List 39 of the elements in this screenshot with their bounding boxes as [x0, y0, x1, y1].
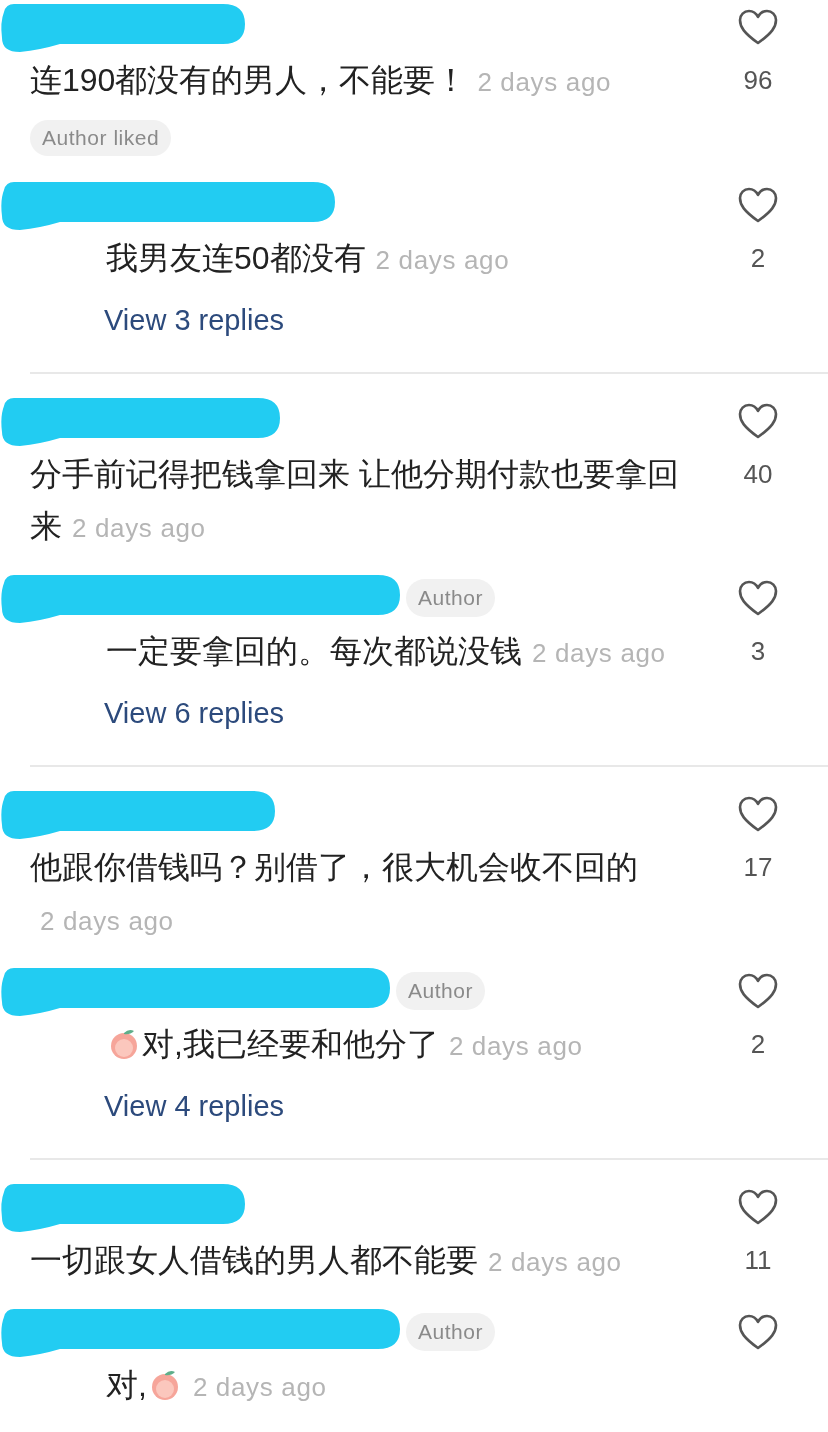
- view-replies-link[interactable]: View 4 replies: [104, 1086, 284, 1126]
- comment-text: 对,: [106, 1367, 147, 1403]
- timestamp: 2 days ago: [488, 1247, 622, 1277]
- comment-text: 来: [30, 508, 62, 544]
- comment-text: 他跟你借钱吗？别借了，很大机会收不回的: [30, 849, 638, 885]
- timestamp: 2 days ago: [532, 638, 666, 668]
- comment-text: 一定要拿回的。每次都说没钱: [106, 633, 522, 669]
- comment-text: 我男友连50都没有: [106, 240, 366, 276]
- timestamp: 2 days ago: [477, 67, 612, 97]
- comment-text: 分手前记得把钱拿回来 让他分期付款也要拿回: [30, 455, 679, 494]
- heart-icon[interactable]: [738, 1314, 778, 1350]
- view-replies-link[interactable]: View 3 replies: [104, 300, 284, 340]
- view-replies-link[interactable]: View 6 replies: [104, 693, 284, 733]
- like-count: 3: [750, 635, 766, 668]
- like-count: 17: [743, 851, 773, 884]
- like-count: 2: [750, 1028, 766, 1061]
- timestamp: 2 days ago: [192, 1372, 327, 1402]
- like-count: 11: [744, 1244, 772, 1277]
- heart-icon[interactable]: [738, 187, 778, 223]
- author-badge: Author: [406, 579, 496, 617]
- like-count: 2: [750, 242, 766, 275]
- timestamp: 2 days ago: [40, 906, 174, 936]
- comment-text: 连190都没有的男人，不能要！: [30, 62, 468, 98]
- heart-icon[interactable]: [738, 580, 778, 616]
- author-badge: Author: [396, 972, 486, 1010]
- heart-icon[interactable]: [738, 9, 778, 45]
- heart-icon[interactable]: [738, 1189, 778, 1225]
- author-badge: Author: [406, 1313, 496, 1351]
- heart-icon[interactable]: [738, 973, 778, 1009]
- like-count: 96: [743, 64, 773, 97]
- heart-icon[interactable]: [738, 403, 778, 439]
- comment-text: 一切跟女人借钱的男人都不能要: [30, 1242, 478, 1278]
- heart-icon[interactable]: [738, 796, 778, 832]
- timestamp: 2 days ago: [448, 1031, 583, 1061]
- author-liked-badge: Author liked: [30, 120, 172, 156]
- timestamp: 2 days ago: [375, 245, 510, 275]
- timestamp: 2 days ago: [72, 513, 206, 543]
- like-count: 40: [743, 458, 773, 491]
- comment-text: 对,我已经要和他分了: [142, 1026, 439, 1062]
